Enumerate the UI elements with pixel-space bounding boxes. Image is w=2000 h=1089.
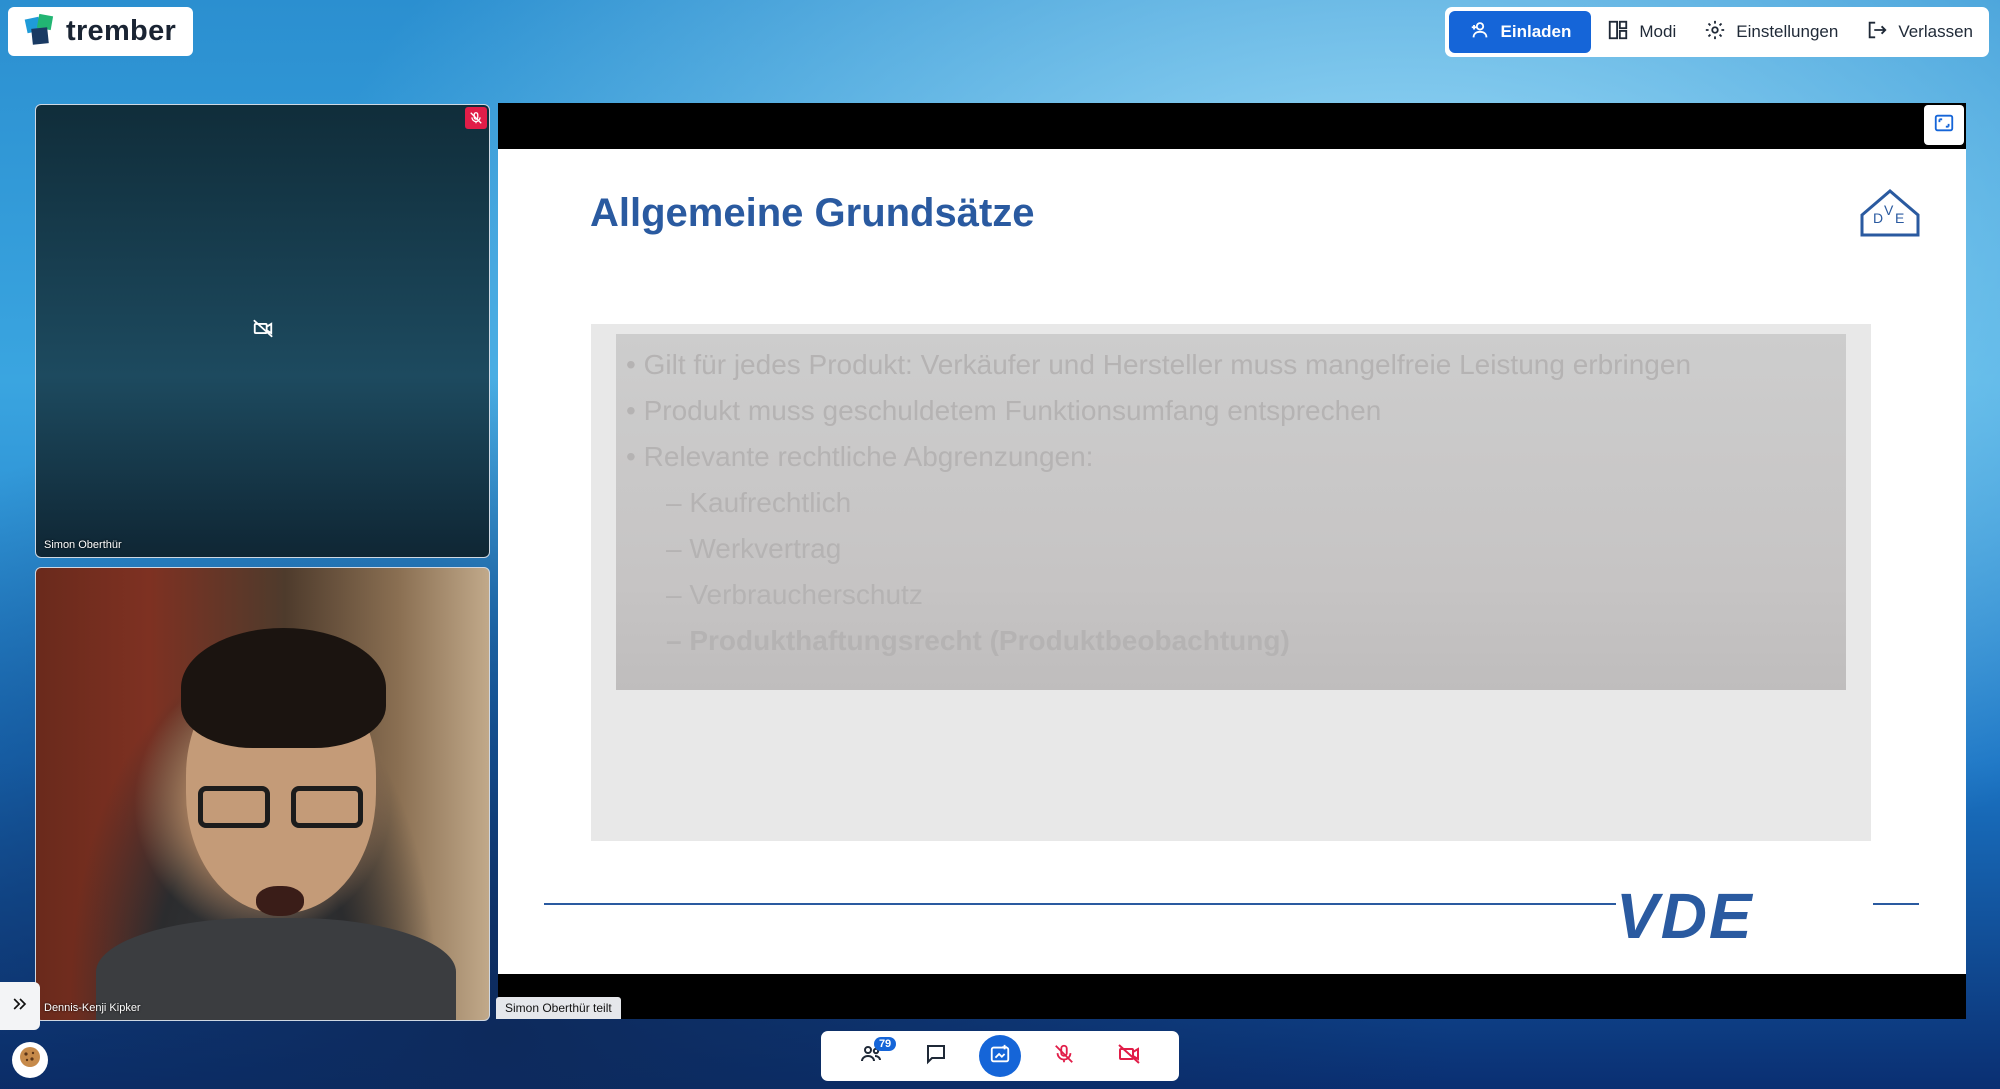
svg-text:E: E: [1895, 210, 1904, 226]
slide-sub-bullet: – Produkthaftungsrecht (Produktbeobachtu…: [666, 625, 1290, 656]
invite-button[interactable]: Einladen: [1448, 11, 1592, 53]
microphone-toggle[interactable]: [1043, 1035, 1085, 1077]
fit-screen-button[interactable]: [1924, 105, 1964, 145]
slide-title: Allgemeine Grundsätze: [590, 191, 1035, 235]
participants-button[interactable]: 79: [850, 1035, 897, 1077]
modes-label: Modi: [1639, 22, 1677, 41]
slide-bullet: • Relevante rechtliche Abgrenzungen:: [626, 441, 1094, 472]
fit-screen-icon: [1933, 112, 1955, 139]
exit-icon: [1866, 19, 1888, 46]
svg-text:V: V: [1884, 202, 1894, 218]
settings-button[interactable]: Einstellungen: [1692, 11, 1850, 53]
slide-bullet: • Gilt für jedes Produkt: Verkäufer und …: [626, 349, 1692, 380]
cookie-icon: [18, 1045, 42, 1075]
chat-icon: [924, 1042, 948, 1071]
participant-tile[interactable]: Dennis-Kenji Kipker: [35, 567, 490, 1021]
slide-content-panel: • Gilt für jedes Produkt: Verkäufer und …: [591, 324, 1871, 841]
invite-label: Einladen: [1500, 22, 1572, 41]
vde-logo-icon: D V E: [1858, 187, 1922, 244]
slide-footer-line: [1873, 903, 1919, 905]
sharer-label: Simon Oberthür teilt: [496, 997, 621, 1019]
video-feed: [188, 786, 373, 830]
brand-name: trember: [66, 15, 177, 47]
top-toolbar: Einladen Modi Einstellungen Verlassen: [1444, 7, 1989, 57]
screen-share: Allgemeine Grundsätze D V E • Gilt für j…: [498, 103, 1966, 1019]
participant-tile[interactable]: Simon Oberthür: [35, 104, 490, 558]
mic-off-icon: [465, 107, 487, 129]
mic-off-icon: [1053, 1043, 1075, 1070]
video-feed: [96, 918, 456, 1020]
bottom-dock: 79: [821, 1031, 1179, 1081]
app-logo: trember: [8, 7, 193, 56]
cookie-settings-button[interactable]: [12, 1042, 48, 1078]
layout-icon: [1607, 19, 1629, 46]
gear-icon: [1704, 19, 1726, 46]
participant-name: Dennis-Kenji Kipker: [44, 1002, 141, 1014]
slide-sub-bullet: – Verbraucherschutz: [666, 579, 923, 610]
expand-sidebar-button[interactable]: [0, 982, 40, 1030]
slide-footer-line: [544, 903, 1616, 905]
slide-sub-bullet: – Werkvertrag: [666, 533, 842, 564]
slide-sub-bullet: – Kaufrechtlich: [666, 487, 852, 518]
leave-label: Verlassen: [1898, 22, 1973, 41]
participant-name: Simon Oberthür: [44, 539, 122, 551]
video-feed: [181, 628, 386, 748]
camera-off-icon: [1117, 1042, 1141, 1071]
participant-count-badge: 79: [873, 1037, 897, 1051]
modes-button[interactable]: Modi: [1595, 11, 1688, 53]
share-screen-icon: [989, 1043, 1011, 1070]
camera-toggle[interactable]: [1108, 1035, 1150, 1077]
presentation-slide: Allgemeine Grundsätze D V E • Gilt für j…: [498, 149, 1966, 974]
share-screen-button[interactable]: [978, 1035, 1021, 1077]
svg-text:D: D: [1873, 210, 1883, 226]
expand-icon: [10, 994, 30, 1019]
chat-button[interactable]: [915, 1035, 957, 1077]
video-feed: [256, 886, 304, 916]
settings-label: Einstellungen: [1736, 22, 1839, 41]
slide-bullets: • Gilt für jedes Produkt: Verkäufer und …: [616, 334, 1846, 690]
slide-bullet: • Produkt muss geschuldetem Funktionsumf…: [626, 395, 1382, 426]
vde-footer-logo: VDE: [1616, 880, 1754, 952]
add-user-icon: [1469, 19, 1491, 46]
leave-button[interactable]: Verlassen: [1854, 11, 1985, 53]
camera-off-icon: [252, 318, 274, 345]
trember-logo-icon: [24, 12, 58, 51]
